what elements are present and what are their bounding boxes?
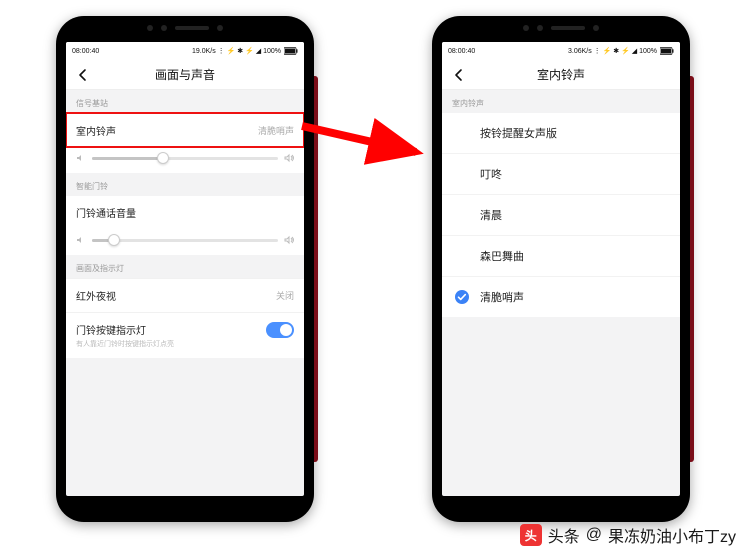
screen-right: 08:00:40 3.06K/s ⋮ ⚡ ✱ ⚡ ◢ 100% 室内铃声 室内铃… [442,42,680,496]
navbar: 室内铃声 [442,60,680,90]
ringtone-list-content: 室内铃声 按铃提醒女声版叮咚清晨森巴舞曲清脆哨声 [442,90,680,496]
ringtone-list: 按铃提醒女声版叮咚清晨森巴舞曲清脆哨声 [442,113,680,317]
ringtone-option[interactable]: 清脆哨声 [442,276,680,317]
watermark-prefix: 头条 [548,523,580,547]
status-bar: 08:00:40 19.0K/s ⋮ ⚡ ✱ ⚡ ◢ 100% [66,42,304,60]
toutiao-logo-icon: 头 [520,524,542,546]
page-title: 画面与声音 [155,66,215,83]
ir-night-value: 关闭 [276,289,294,302]
section-header-doorbell: 智能门铃 [66,173,304,196]
settings-content: 信号基站 室内铃声 清脆哨声 智能门铃 门铃通话音量 [66,90,304,496]
ringtone-option[interactable]: 森巴舞曲 [442,235,680,276]
volume-low-icon [76,153,86,163]
volume-high-icon [284,235,294,245]
ringtone-option[interactable]: 清晨 [442,194,680,235]
status-right: 19.0K/s ⋮ ⚡ ✱ ⚡ ◢ 100% [192,47,298,55]
phone-sensors [56,25,314,31]
ringtone-volume-slider[interactable] [76,153,294,163]
ringtone-option-label: 叮咚 [480,166,502,182]
battery-icon [660,47,674,55]
call-volume-label: 门铃通话音量 [76,205,136,220]
phone-mockup-right: 08:00:40 3.06K/s ⋮ ⚡ ✱ ⚡ ◢ 100% 室内铃声 室内铃… [432,16,690,522]
status-time: 08:00:40 [72,48,99,55]
status-time: 08:00:40 [448,48,475,55]
watermark-at: @ [586,526,602,544]
ir-night-label: 红外夜视 [76,288,116,303]
ringtone-option-label: 清晨 [480,207,502,223]
ringtone-option-label: 按铃提醒女声版 [480,125,557,141]
section-header-ringtones: 室内铃声 [442,90,680,113]
ringtone-option[interactable]: 按铃提醒女声版 [442,113,680,153]
ringtone-option[interactable]: 叮咚 [442,153,680,194]
call-volume-slider-row [66,229,304,255]
phone-sensors [432,25,690,31]
indoor-ringtone-value: 清脆哨声 [258,124,294,137]
back-button[interactable] [446,60,472,89]
led-indicator-hint: 有人靠近门铃时按键指示灯点亮 [76,339,174,349]
status-right: 3.06K/s ⋮ ⚡ ✱ ⚡ ◢ 100% [568,47,674,55]
indoor-ringtone-label: 室内铃声 [76,123,116,138]
phone-mockup-left: 08:00:40 19.0K/s ⋮ ⚡ ✱ ⚡ ◢ 100% 画面与声音 信号… [56,16,314,522]
page-title: 室内铃声 [537,66,585,83]
battery-icon [284,47,298,55]
screen-left: 08:00:40 19.0K/s ⋮ ⚡ ✱ ⚡ ◢ 100% 画面与声音 信号… [66,42,304,496]
ringtone-volume-slider-row [66,147,304,173]
section-header-display: 画面及指示灯 [66,255,304,278]
call-volume-slider[interactable] [76,235,294,245]
chevron-left-icon [75,67,91,83]
navbar: 画面与声音 [66,60,304,90]
watermark-name: 果冻奶油小布丁zy [608,523,736,547]
led-indicator-row[interactable]: 门铃按键指示灯 有人靠近门铃时按键指示灯点亮 [66,312,304,358]
ringtone-option-label: 清脆哨声 [480,289,524,305]
back-button[interactable] [70,60,96,89]
chevron-left-icon [451,67,467,83]
ir-night-row[interactable]: 红外夜视 关闭 [66,278,304,312]
led-indicator-label: 门铃按键指示灯 [76,322,174,337]
indoor-ringtone-row[interactable]: 室内铃声 清脆哨声 [66,113,304,147]
section-header-base: 信号基站 [66,90,304,113]
call-volume-row: 门铃通话音量 [66,196,304,229]
radio-checked-icon [454,289,470,305]
led-indicator-switch[interactable] [266,322,294,338]
volume-high-icon [284,153,294,163]
status-bar: 08:00:40 3.06K/s ⋮ ⚡ ✱ ⚡ ◢ 100% [442,42,680,60]
ringtone-option-label: 森巴舞曲 [480,248,524,264]
watermark: 头 头条 @ 果冻奶油小布丁zy [520,523,736,547]
volume-low-icon [76,235,86,245]
